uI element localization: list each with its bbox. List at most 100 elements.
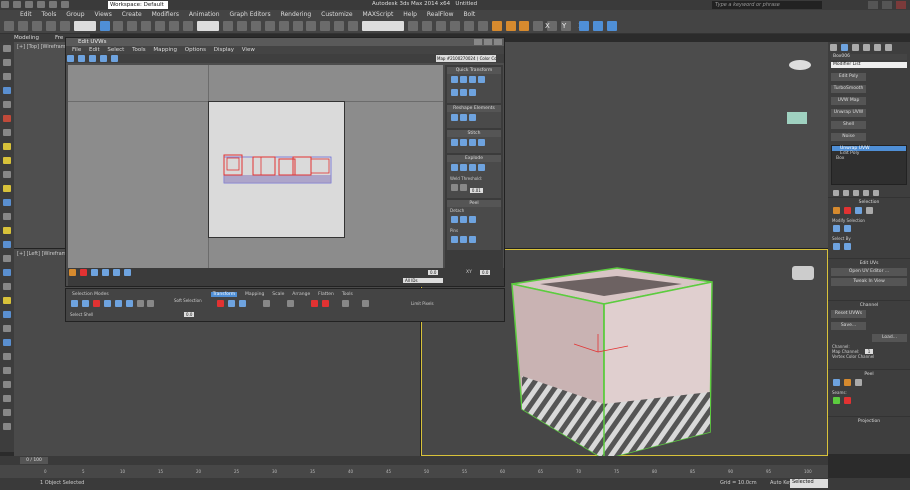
rotate-icon[interactable] <box>169 21 180 31</box>
named-selection-icon[interactable] <box>320 21 331 31</box>
create-tab-icon[interactable] <box>830 44 837 51</box>
uvw-menu-select[interactable]: Select <box>107 47 124 53</box>
load-button[interactable]: Load... <box>872 334 907 342</box>
open-icon[interactable] <box>24 1 33 8</box>
limit-pixels-checkbox[interactable]: Limit Pixels <box>411 301 434 306</box>
peel-icon[interactable] <box>843 379 851 386</box>
redo-icon[interactable] <box>17 21 28 31</box>
tool-icon[interactable] <box>3 381 11 388</box>
seam-icon[interactable] <box>843 397 851 404</box>
render-setup-icon[interactable] <box>491 21 502 31</box>
mirror-icon[interactable] <box>110 55 118 62</box>
tab-tools[interactable]: Tools <box>342 292 353 297</box>
tool-icon[interactable] <box>3 367 11 374</box>
align-icon[interactable] <box>348 21 359 31</box>
tab-mapping[interactable]: Mapping <box>245 292 264 297</box>
redo-icon[interactable] <box>60 1 69 8</box>
channel-header[interactable]: Channel <box>828 300 910 308</box>
tool-icon[interactable] <box>3 129 11 136</box>
minimize-button[interactable] <box>868 1 878 9</box>
align-icon[interactable] <box>451 76 458 83</box>
schematic-view-icon[interactable] <box>463 21 474 31</box>
uvw-menu-display[interactable]: Display <box>214 47 234 53</box>
graphite-icon[interactable] <box>435 21 446 31</box>
maximize-button[interactable] <box>882 1 892 9</box>
pin-icon[interactable] <box>460 236 467 243</box>
tool-icon[interactable] <box>3 59 11 66</box>
scale-icon[interactable] <box>183 21 194 31</box>
minimize-button[interactable] <box>474 39 482 45</box>
transform-icon[interactable] <box>217 300 225 307</box>
stitch-icon[interactable] <box>469 139 476 146</box>
edge-mode-icon[interactable] <box>79 269 87 276</box>
peel-icon[interactable] <box>451 216 458 223</box>
stitch-icon[interactable] <box>451 139 458 146</box>
menu-tools[interactable]: Tools <box>42 10 57 19</box>
element-icon[interactable] <box>101 269 109 276</box>
remove-modifier-icon[interactable] <box>862 190 869 196</box>
tool-icon[interactable] <box>3 283 11 290</box>
tab-flatten[interactable]: Flatten <box>318 292 334 297</box>
snaps-toggle-icon[interactable] <box>264 21 275 31</box>
align-icon[interactable] <box>469 89 476 96</box>
reset-uvws-button[interactable]: Reset UVWs <box>831 310 866 318</box>
tools-icon[interactable] <box>361 300 369 307</box>
undo-icon[interactable] <box>48 1 57 8</box>
tool-icon[interactable] <box>3 185 11 192</box>
stack-item-box[interactable]: Box <box>832 156 906 161</box>
rotate-icon[interactable] <box>77 55 85 62</box>
menu-graph-editors[interactable]: Graph Editors <box>229 10 270 19</box>
u-value-field[interactable]: 0.0 <box>428 270 439 275</box>
close-button[interactable] <box>494 39 502 45</box>
tool-icon[interactable] <box>3 199 11 206</box>
undo-icon[interactable] <box>4 21 14 31</box>
set-key-dropdown[interactable]: Selected <box>790 479 828 488</box>
weld-icon[interactable] <box>451 184 458 191</box>
edge-icon[interactable] <box>843 207 851 214</box>
tool-icon[interactable] <box>3 115 11 122</box>
configure-icon[interactable] <box>872 190 879 196</box>
tool-icon[interactable] <box>3 409 11 416</box>
falloff-field[interactable]: 0.0 <box>184 312 195 317</box>
new-icon[interactable] <box>12 1 21 8</box>
pin-icon[interactable] <box>451 236 458 243</box>
pin-icon[interactable] <box>469 236 476 243</box>
seam-icon[interactable] <box>833 397 840 404</box>
tool-icon[interactable] <box>3 73 11 80</box>
curve-editor-icon[interactable] <box>449 21 460 31</box>
menu-modifiers[interactable]: Modifiers <box>152 10 179 19</box>
flatten-icon[interactable] <box>341 300 349 307</box>
viewcube-icon[interactable] <box>789 60 811 70</box>
menu-animation[interactable]: Animation <box>189 10 220 19</box>
realflow-icon[interactable] <box>533 21 544 31</box>
stitch-icon[interactable] <box>460 139 467 146</box>
render-production-icon[interactable] <box>519 21 530 31</box>
explode-icon[interactable] <box>460 164 467 171</box>
tab-freeform[interactable]: Fre <box>55 34 63 42</box>
viewport-label[interactable]: [+] [Left] [Wireframe] <box>17 251 72 257</box>
axis-plane-icon-2[interactable] <box>607 21 617 31</box>
edit-poly-button[interactable]: Edit Poly <box>831 73 866 81</box>
v-value-field[interactable]: 0.0 <box>480 270 491 275</box>
menu-realflow[interactable]: RealFlow <box>427 10 454 19</box>
save-icon[interactable] <box>36 1 45 8</box>
shrink-icon[interactable] <box>125 300 133 307</box>
projection-header[interactable]: Projection <box>828 416 910 424</box>
tool-icon[interactable] <box>3 339 11 346</box>
peel-header[interactable]: Peel <box>828 369 910 377</box>
menu-edit[interactable]: Edit <box>20 10 32 19</box>
time-slider-knob[interactable]: 0 / 100 <box>20 457 48 464</box>
uvw-map-button[interactable]: UVW Map <box>831 97 866 105</box>
peel-icon[interactable] <box>854 379 862 386</box>
tab-modeling[interactable]: Modeling <box>14 34 39 42</box>
ref-coord-dropdown[interactable] <box>196 21 219 31</box>
edge-mode-icon[interactable] <box>81 300 89 307</box>
scale-icon[interactable] <box>287 300 295 307</box>
arrange-icon[interactable] <box>321 300 329 307</box>
close-button[interactable] <box>896 1 906 9</box>
mirror-icon[interactable] <box>334 21 345 31</box>
peel-icon[interactable] <box>833 379 840 386</box>
mapping-icon[interactable] <box>263 300 271 307</box>
detach-checkbox[interactable]: Detach <box>450 208 464 213</box>
select-manipulate-icon[interactable] <box>236 21 247 31</box>
